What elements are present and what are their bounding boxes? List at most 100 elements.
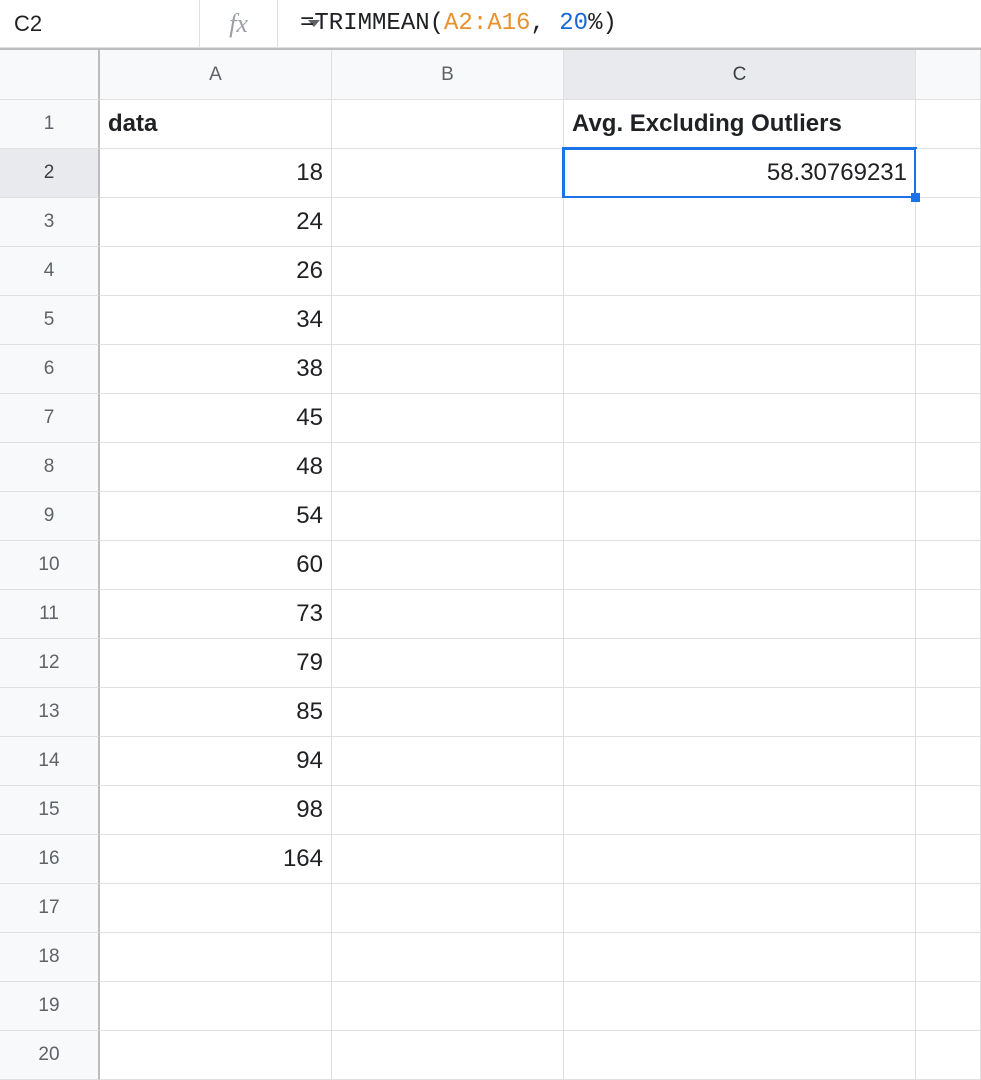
- cell-C18[interactable]: [564, 933, 916, 982]
- cell-D2[interactable]: [916, 149, 981, 198]
- cell-C10[interactable]: [564, 541, 916, 590]
- cell-A16[interactable]: 164: [100, 835, 332, 884]
- cell-D6[interactable]: [916, 345, 981, 394]
- cell-B17[interactable]: [332, 884, 564, 933]
- cell-B7[interactable]: [332, 394, 564, 443]
- cell-A5[interactable]: 34: [100, 296, 332, 345]
- cell-D10[interactable]: [916, 541, 981, 590]
- cell-C16[interactable]: [564, 835, 916, 884]
- row-header-3[interactable]: 3: [0, 198, 100, 247]
- cell-A1[interactable]: data: [100, 100, 332, 149]
- row-header-8[interactable]: 8: [0, 443, 100, 492]
- cell-C8[interactable]: [564, 443, 916, 492]
- cell-C11[interactable]: [564, 590, 916, 639]
- row-header-4[interactable]: 4: [0, 247, 100, 296]
- cell-A8[interactable]: 48: [100, 443, 332, 492]
- cell-D12[interactable]: [916, 639, 981, 688]
- cell-B14[interactable]: [332, 737, 564, 786]
- cell-A14[interactable]: 94: [100, 737, 332, 786]
- cell-A17[interactable]: [100, 884, 332, 933]
- row-header-6[interactable]: 6: [0, 345, 100, 394]
- row-header-17[interactable]: 17: [0, 884, 100, 933]
- row-header-14[interactable]: 14: [0, 737, 100, 786]
- cell-D7[interactable]: [916, 394, 981, 443]
- formula-input[interactable]: =TRIMMEAN(A2:A16, 20%): [278, 10, 981, 37]
- cell-B10[interactable]: [332, 541, 564, 590]
- select-all-corner[interactable]: [0, 50, 100, 100]
- cell-A19[interactable]: [100, 982, 332, 1031]
- row-header-18[interactable]: 18: [0, 933, 100, 982]
- cell-C1[interactable]: Avg. Excluding Outliers: [564, 100, 916, 149]
- cell-D17[interactable]: [916, 884, 981, 933]
- cell-A18[interactable]: [100, 933, 332, 982]
- row-header-9[interactable]: 9: [0, 492, 100, 541]
- cell-A11[interactable]: 73: [100, 590, 332, 639]
- cell-A7[interactable]: 45: [100, 394, 332, 443]
- cell-C14[interactable]: [564, 737, 916, 786]
- col-header-D[interactable]: [916, 50, 981, 100]
- cell-C3[interactable]: [564, 198, 916, 247]
- cell-D20[interactable]: [916, 1031, 981, 1080]
- cell-B13[interactable]: [332, 688, 564, 737]
- selection-handle[interactable]: [911, 193, 920, 202]
- cell-D13[interactable]: [916, 688, 981, 737]
- cell-C5[interactable]: [564, 296, 916, 345]
- cell-C12[interactable]: [564, 639, 916, 688]
- row-header-20[interactable]: 20: [0, 1031, 100, 1080]
- cell-C9[interactable]: [564, 492, 916, 541]
- col-header-C[interactable]: C: [564, 50, 916, 100]
- row-header-12[interactable]: 12: [0, 639, 100, 688]
- cell-D18[interactable]: [916, 933, 981, 982]
- cell-B4[interactable]: [332, 247, 564, 296]
- cell-B3[interactable]: [332, 198, 564, 247]
- cell-B18[interactable]: [332, 933, 564, 982]
- row-header-10[interactable]: 10: [0, 541, 100, 590]
- cell-D4[interactable]: [916, 247, 981, 296]
- cell-C17[interactable]: [564, 884, 916, 933]
- cell-B20[interactable]: [332, 1031, 564, 1080]
- cell-C20[interactable]: [564, 1031, 916, 1080]
- cell-A10[interactable]: 60: [100, 541, 332, 590]
- cell-B2[interactable]: [332, 149, 564, 198]
- cell-D3[interactable]: [916, 198, 981, 247]
- cell-C7[interactable]: [564, 394, 916, 443]
- row-header-2[interactable]: 2: [0, 149, 100, 198]
- cell-A9[interactable]: 54: [100, 492, 332, 541]
- row-header-19[interactable]: 19: [0, 982, 100, 1031]
- cell-B6[interactable]: [332, 345, 564, 394]
- cell-C15[interactable]: [564, 786, 916, 835]
- cell-A2[interactable]: 18: [100, 149, 332, 198]
- cell-D11[interactable]: [916, 590, 981, 639]
- cell-C4[interactable]: [564, 247, 916, 296]
- cell-A4[interactable]: 26: [100, 247, 332, 296]
- cell-B8[interactable]: [332, 443, 564, 492]
- cell-B1[interactable]: [332, 100, 564, 149]
- cell-A13[interactable]: 85: [100, 688, 332, 737]
- row-header-7[interactable]: 7: [0, 394, 100, 443]
- cell-A20[interactable]: [100, 1031, 332, 1080]
- cell-A12[interactable]: 79: [100, 639, 332, 688]
- cell-C19[interactable]: [564, 982, 916, 1031]
- cell-B15[interactable]: [332, 786, 564, 835]
- col-header-B[interactable]: B: [332, 50, 564, 100]
- cell-B19[interactable]: [332, 982, 564, 1031]
- cell-D19[interactable]: [916, 982, 981, 1031]
- name-box-wrap[interactable]: [0, 0, 200, 47]
- row-header-11[interactable]: 11: [0, 590, 100, 639]
- cell-D14[interactable]: [916, 737, 981, 786]
- cell-A3[interactable]: 24: [100, 198, 332, 247]
- row-header-13[interactable]: 13: [0, 688, 100, 737]
- cell-B9[interactable]: [332, 492, 564, 541]
- row-header-15[interactable]: 15: [0, 786, 100, 835]
- row-header-5[interactable]: 5: [0, 296, 100, 345]
- cell-D16[interactable]: [916, 835, 981, 884]
- cell-A6[interactable]: 38: [100, 345, 332, 394]
- cell-D5[interactable]: [916, 296, 981, 345]
- cell-D1[interactable]: [916, 100, 981, 149]
- cell-C2[interactable]: 58.30769231: [564, 149, 916, 198]
- col-header-A[interactable]: A: [100, 50, 332, 100]
- cell-C13[interactable]: [564, 688, 916, 737]
- cell-B16[interactable]: [332, 835, 564, 884]
- row-header-1[interactable]: 1: [0, 100, 100, 149]
- cell-D15[interactable]: [916, 786, 981, 835]
